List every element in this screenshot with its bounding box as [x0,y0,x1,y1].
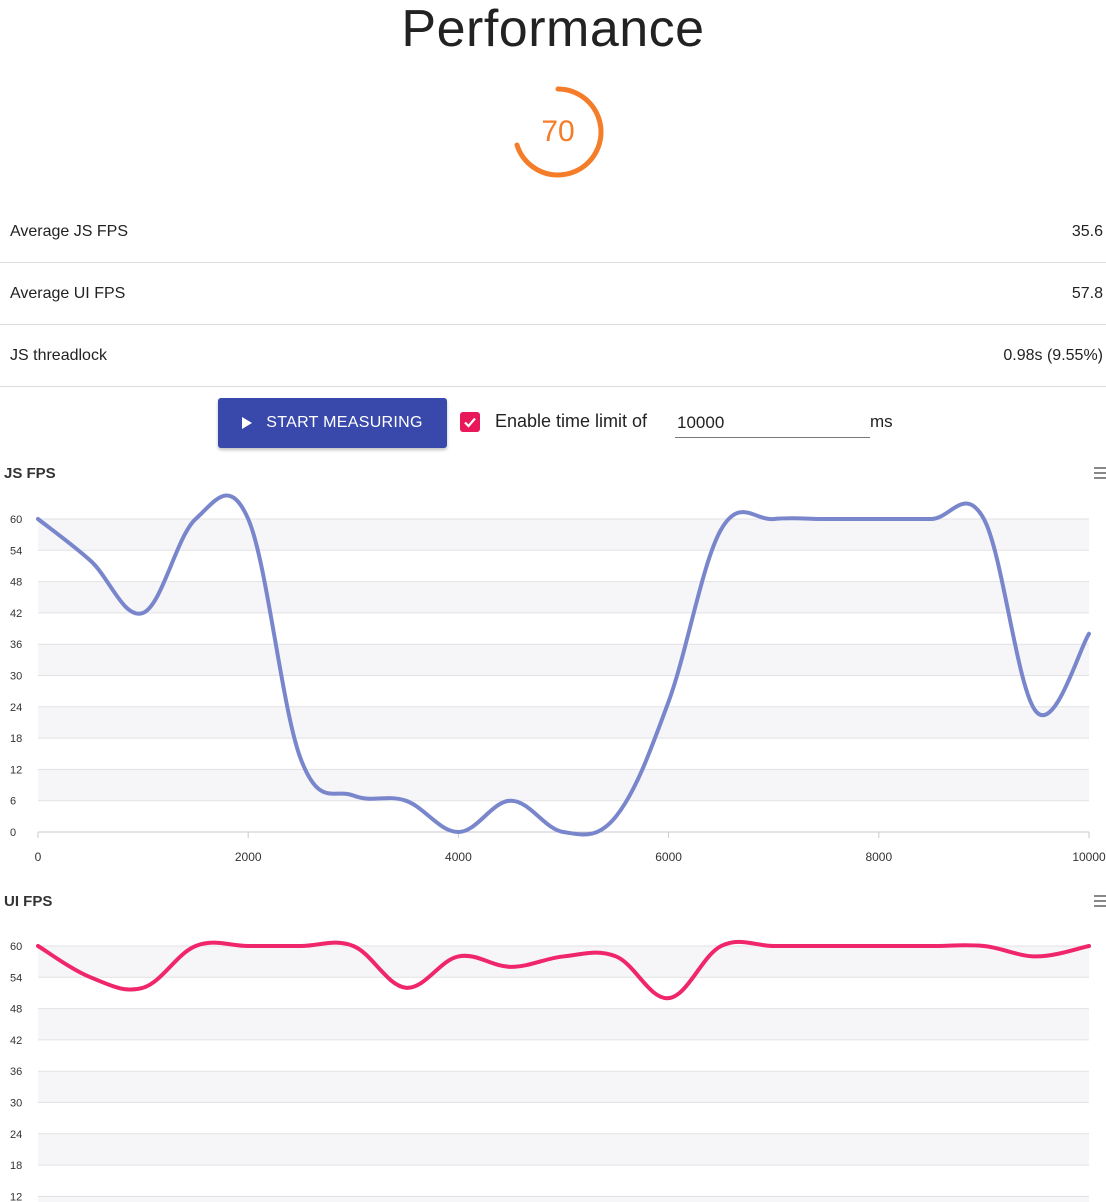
time-limit-input[interactable] [675,408,870,438]
y-tick-label: 48 [10,1004,22,1016]
y-tick-label: 18 [10,1160,22,1172]
start-measuring-button[interactable]: START MEASURING [218,398,447,448]
y-tick-label: 36 [10,1066,22,1078]
x-tick-label: 4000 [445,850,472,864]
page-title: Performance [401,0,705,58]
y-tick-label: 42 [10,1035,22,1047]
time-limit-unit: ms [870,412,893,431]
y-tick-label: 30 [10,1098,22,1110]
ui-fps-chart-menu-icon[interactable] [1094,895,1106,910]
js-fps-chart-title: JS FPS [4,465,56,482]
grid-band [38,1071,1089,1103]
grid-band [38,946,1089,978]
grid-band [38,1133,1089,1166]
js-fps-chart-menu-icon[interactable] [1094,467,1106,482]
metric-value: 57.8 [1071,284,1103,302]
grid-band [38,1196,1089,1202]
y-tick-label: 54 [10,972,22,984]
measure-controls: START MEASURING Enable time limit of ms [0,398,1106,450]
grid-band [38,769,1089,801]
y-tick-label: 6 [10,796,16,808]
time-limit-checkbox[interactable] [460,412,480,432]
grid-band [38,644,1089,676]
checkmark-icon [464,417,476,428]
x-tick-label: 0 [35,850,42,864]
x-tick-label: 8000 [865,850,892,864]
y-tick-label: 42 [10,608,22,620]
grid-band [38,706,1089,739]
ui-fps-chart-title: UI FPS [4,893,53,910]
y-tick-label: 60 [10,514,22,526]
y-tick-label: 24 [10,702,22,714]
y-tick-label: 60 [10,941,22,953]
grid-band [38,581,1089,613]
play-icon [242,417,253,429]
x-tick-label: 10000 [1072,850,1106,864]
metric-row-js-threadlock: JS threadlock 0.98s (9.55%) [0,325,1106,387]
y-tick-label: 18 [10,733,22,745]
time-limit-label: Enable time limit of [495,411,648,431]
y-tick-label: 12 [10,764,22,776]
grid-band [38,1008,1089,1040]
js-fps-chart: 0 6 12 18 24 30 36 42 48 54 60 0 2000 4000 6000 8000 100… [10,493,1106,864]
y-tick-label: 54 [10,545,22,557]
y-tick-label: 30 [10,671,22,683]
grid-band [38,519,1089,551]
metric-row-ui-fps: Average UI FPS 57.8 [0,263,1106,325]
performance-score-gauge: 70 [510,84,606,180]
y-tick-label: 48 [10,577,22,589]
y-tick-label: 12 [10,1191,22,1202]
metric-label: JS threadlock [10,346,107,364]
metrics-list: Average JS FPS 35.6 Average UI FPS 57.8 … [0,201,1106,387]
x-tick-label: 6000 [655,850,682,864]
performance-score-value: 70 [541,115,575,148]
start-measuring-label: START MEASURING [266,414,423,431]
x-tick-label: 2000 [235,850,262,864]
metric-value: 0.98s (9.55%) [1003,346,1103,364]
metric-value: 35.6 [1071,222,1103,240]
ui-fps-chart: 12 18 24 30 36 42 48 54 60 [10,939,1091,1202]
y-tick-label: 0 [10,827,16,839]
metric-row-js-fps: Average JS FPS 35.6 [0,201,1106,263]
metric-label: Average JS FPS [10,222,128,240]
y-tick-label: 36 [10,639,22,651]
y-tick-label: 24 [10,1129,22,1141]
metric-label: Average UI FPS [10,284,126,302]
